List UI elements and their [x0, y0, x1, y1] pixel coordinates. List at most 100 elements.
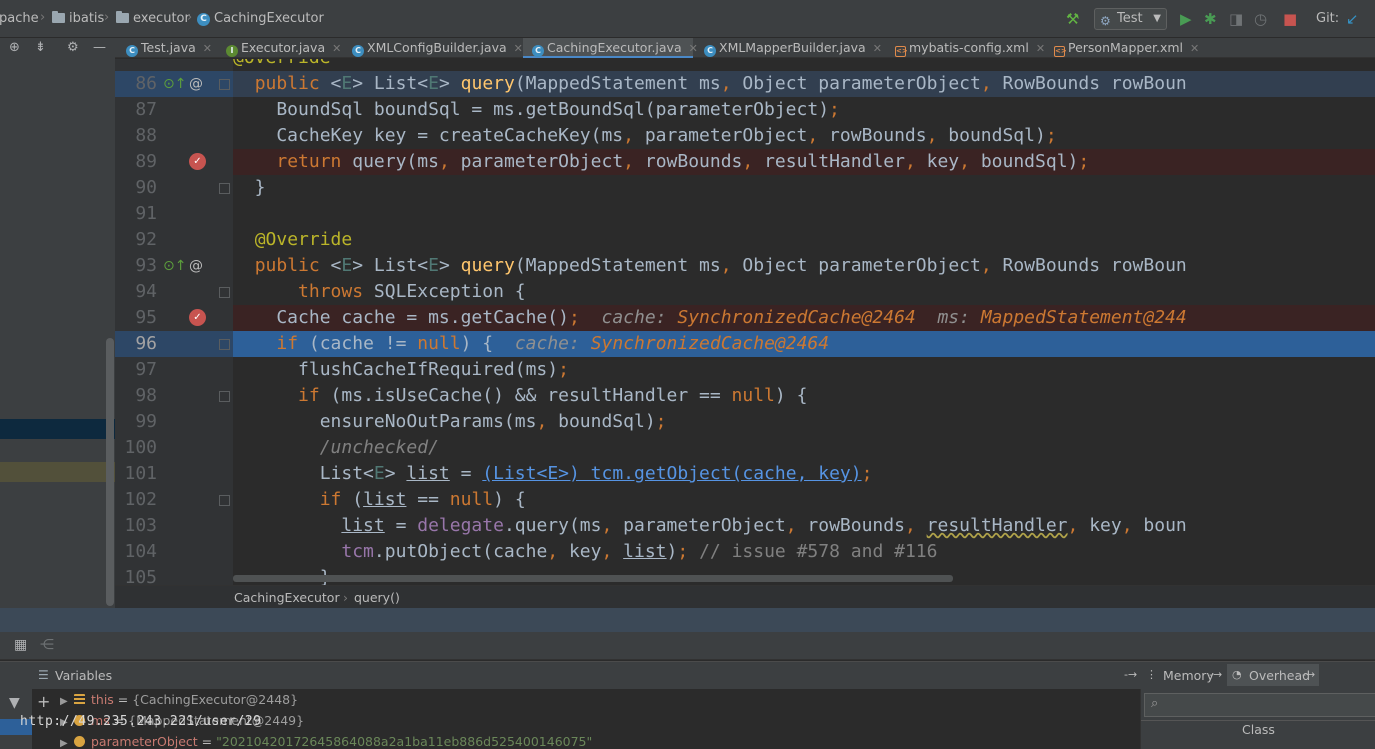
fold-icon[interactable] — [219, 339, 230, 350]
tab-personmapper-xml[interactable]: <>PersonMapper.xml ✕ — [1045, 38, 1199, 58]
git-update-icon[interactable]: ↙ — [1346, 10, 1359, 28]
fold-icon[interactable] — [219, 287, 230, 298]
build-hammer-icon[interactable]: ⚒ — [1066, 10, 1079, 28]
code-editor[interactable]: @Override public <E> List<E> query(Mappe… — [233, 59, 1375, 585]
editor-gutter[interactable]: 86 87 88 89 90 91 92 93 94 95 96 97 98 9… — [115, 59, 233, 585]
table-view-icon[interactable]: ▦ — [14, 637, 27, 653]
pin-icon[interactable]: -→ — [1209, 668, 1222, 681]
tab-executor-java[interactable]: I Executor.java ✕ — [217, 38, 341, 58]
breadcrumb-class[interactable]: CachingExecutor — [234, 590, 340, 605]
object-icon — [74, 694, 85, 705]
locate-icon[interactable]: ⊕ — [9, 40, 20, 55]
memory-class-column-header[interactable]: Class — [1141, 720, 1375, 738]
line-number: 86 — [135, 73, 157, 94]
line-number: 103 — [124, 515, 157, 536]
variables-header: ☰ Variables -→ ⋮ Memory -→ ◔ Overhead -→ — [0, 661, 1375, 689]
tab-test-java[interactable]: C Test.java ✕ — [117, 38, 212, 58]
line-number: 88 — [135, 125, 157, 146]
run-config-icon: ⚙ — [1100, 14, 1111, 28]
class-icon: C — [352, 45, 364, 57]
stop-icon[interactable]: ■ — [1283, 10, 1297, 28]
line-number: 99 — [135, 411, 157, 432]
add-watch-icon[interactable]: + — [37, 692, 50, 711]
chevron-right-icon: › — [104, 10, 110, 25]
parameter-icon — [74, 736, 85, 747]
code-line-breakpoint: return query(ms, parameterObject, rowBou… — [233, 149, 1375, 175]
tab-memory[interactable]: Memory — [1163, 668, 1214, 683]
hide-icon[interactable]: — — [93, 40, 106, 55]
implements-override-icon[interactable]: ⊙↑ — [163, 253, 186, 279]
line-number: 98 — [135, 385, 157, 406]
filter-icon[interactable]: ▼ — [9, 695, 20, 711]
code-line: if (list == null) { — [319, 489, 526, 510]
close-icon[interactable]: ✕ — [1036, 42, 1045, 55]
close-icon[interactable]: ✕ — [203, 42, 212, 55]
class-icon: C — [532, 45, 544, 57]
fold-icon[interactable] — [219, 391, 230, 402]
code-line: @Override — [233, 59, 1375, 71]
breadcrumb-method[interactable]: query() — [354, 590, 400, 605]
breadcrumb-item-apache[interactable]: pache — [0, 11, 39, 26]
interface-icon: I — [226, 45, 238, 57]
folder-icon — [116, 11, 129, 23]
breakpoint-icon[interactable]: ✓ — [189, 153, 206, 170]
tab-xmlmapperbuilder-java[interactable]: C XMLMapperBuilder.java ✕ — [695, 38, 882, 58]
project-scrollbar[interactable] — [106, 338, 114, 606]
xml-file-icon: <> — [895, 46, 908, 57]
inline-debug-value: MappedStatement@244 — [980, 307, 1187, 328]
pin-icon[interactable]: -→ — [1124, 668, 1137, 681]
inline-debug-label: cache: — [514, 333, 580, 354]
tab-xmlconfigbuilder-java[interactable]: C XMLConfigBuilder.java ✕ — [343, 38, 523, 58]
fold-icon[interactable] — [219, 495, 230, 506]
tab-overhead[interactable]: Overhead — [1249, 668, 1310, 683]
pin-icon[interactable]: -→ — [1302, 668, 1315, 681]
inline-debug-value: SynchronizedCache@2464 — [677, 307, 916, 328]
line-number: 95 — [135, 307, 157, 328]
line-number: 105 — [124, 567, 157, 585]
expand-icon[interactable]: ▶ — [60, 734, 74, 749]
run-configuration-select[interactable]: ⚙ Test ▼ — [1094, 8, 1167, 30]
selected-tree-row[interactable] — [0, 419, 115, 439]
run-config-label: Test — [1117, 11, 1143, 26]
line-number: 90 — [135, 177, 157, 198]
breakpoint-icon[interactable]: ✓ — [189, 309, 206, 326]
project-tool-window: ⊕ ⇟ ⚙ — — [0, 38, 115, 608]
code-line: public <E> List<E> query(MappedStatement… — [254, 255, 1187, 276]
expand-icon[interactable]: ▶ — [60, 692, 74, 712]
code-line: ensureNoOutParams(ms, boundSql); — [233, 411, 667, 432]
navigation-bar: pache › ibatis › executor › C CachingExe… — [0, 0, 1375, 38]
fold-icon[interactable] — [219, 79, 230, 90]
line-number: 93 — [135, 255, 157, 276]
collapse-all-icon[interactable]: ⇟ — [35, 40, 46, 55]
run-icon[interactable]: ▶ — [1180, 10, 1192, 28]
annotation-icon[interactable]: @ — [189, 71, 203, 97]
code-line: tcm.putObject(cache, key, list); // issu… — [341, 541, 938, 562]
close-icon[interactable]: ✕ — [332, 42, 341, 55]
close-icon[interactable]: ✕ — [1190, 42, 1199, 55]
tab-label: XMLMapperBuilder.java — [719, 40, 866, 55]
annotation-icon[interactable]: @ — [189, 253, 203, 279]
inline-debug-value: SynchronizedCache@2464 — [590, 333, 830, 354]
tab-mybatis-config-xml[interactable]: <>mybatis-config.xml ✕ — [886, 38, 1045, 58]
horizontal-scrollbar[interactable] — [233, 575, 953, 582]
profile-icon[interactable]: ◷ — [1254, 10, 1267, 28]
highlighted-tree-row[interactable] — [0, 462, 115, 482]
close-icon[interactable]: ✕ — [514, 42, 523, 55]
chevron-right-icon: › — [40, 10, 46, 25]
fold-icon[interactable] — [219, 183, 230, 194]
implements-override-icon[interactable]: ⊙↑ — [163, 71, 186, 97]
breadcrumb-item-caching-executor[interactable]: CachingExecutor — [214, 11, 324, 26]
breadcrumb-item-executor[interactable]: executor — [133, 11, 190, 26]
tab-cachingexecutor-java[interactable]: C CachingExecutor.java ✕ — [523, 38, 698, 58]
coverage-icon[interactable]: ◨ — [1229, 10, 1243, 28]
tab-label: PersonMapper.xml — [1068, 40, 1184, 55]
gear-icon[interactable]: ⚙ — [67, 40, 79, 55]
debug-icon[interactable]: ✱ — [1204, 10, 1217, 28]
variable-row[interactable]: ▶ this = {CachingExecutor@2448} — [60, 690, 298, 710]
breadcrumb-item-ibatis[interactable]: ibatis — [69, 11, 104, 26]
variable-row[interactable]: ▶ parameterObject = "20210420172645864088… — [60, 732, 592, 749]
line-number: 92 — [135, 229, 157, 250]
memory-search-input[interactable]: ⌕ — [1144, 693, 1375, 717]
layout-icon[interactable]: ⋲ — [40, 637, 54, 653]
close-icon[interactable]: ✕ — [873, 42, 882, 55]
